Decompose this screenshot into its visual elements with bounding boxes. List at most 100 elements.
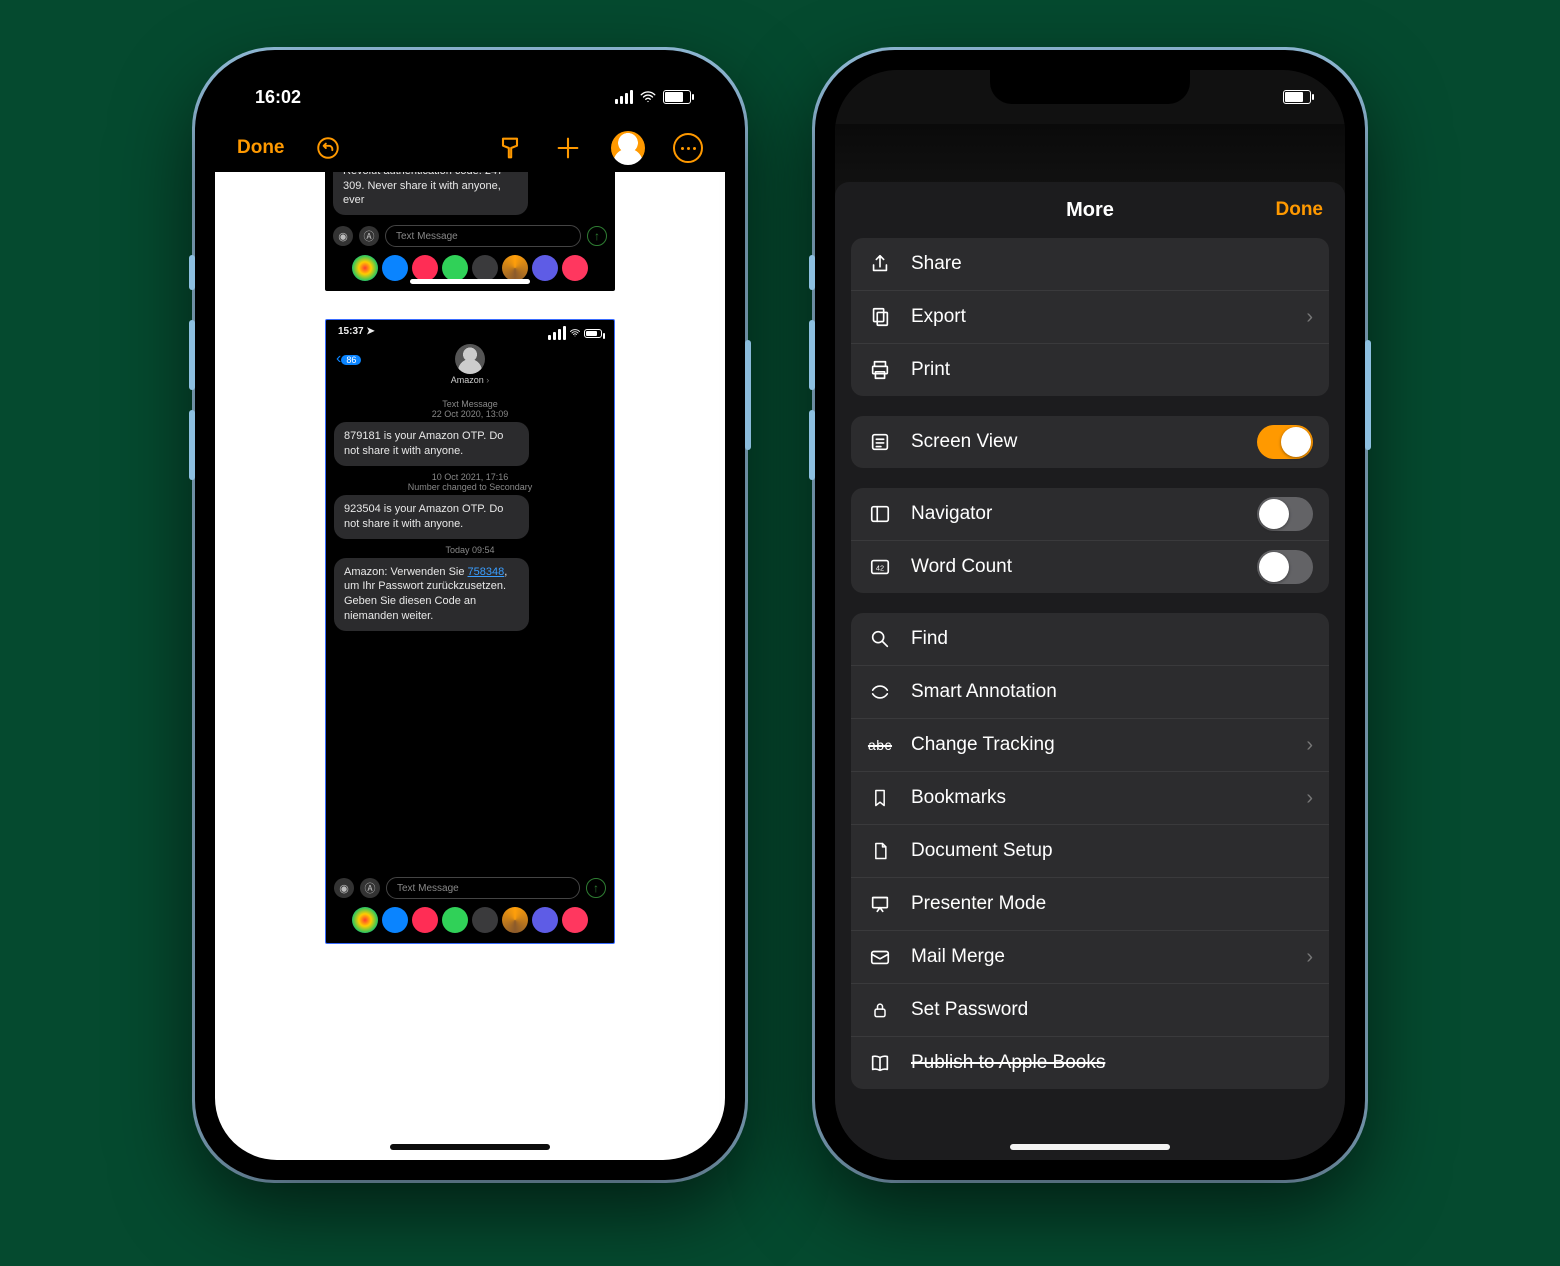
undo-button[interactable] <box>313 133 343 163</box>
message-bubble: Revolut authentication code: 247-309. Ne… <box>333 172 528 215</box>
row-label: Print <box>911 359 950 381</box>
row-screen-view[interactable]: Screen View <box>851 416 1329 468</box>
message-bubble: Amazon: Verwenden Sie 758348, um Ihr Pas… <box>334 558 529 631</box>
row-label: Change Tracking <box>911 734 1055 756</box>
app-icon <box>412 907 438 933</box>
app-icon <box>532 255 558 281</box>
toggle-word-count[interactable] <box>1257 550 1313 584</box>
message-bubble: 879181 is your Amazon OTP. Do not share … <box>334 422 529 466</box>
row-document-setup[interactable]: Document Setup <box>851 825 1329 878</box>
memoji-app-icon <box>502 255 528 281</box>
embedded-screenshot-1[interactable]: Deutsche Apotheker- und Ärztebank €184.1… <box>325 172 615 291</box>
row-find[interactable]: Find <box>851 613 1329 666</box>
insert-button[interactable] <box>553 133 583 163</box>
embedded-screenshot-2-selected[interactable]: 15:37 ➤ ‹86 Amazon › Text Message22 Oct … <box>325 319 615 944</box>
battery-icon <box>1283 90 1311 104</box>
app-icon <box>562 255 588 281</box>
navigator-icon <box>867 503 893 525</box>
row-label: Publish to Apple Books <box>911 1052 1105 1074</box>
app-strip <box>325 251 615 291</box>
sheet-list[interactable]: Share Export › Print Screen <box>835 238 1345 1160</box>
app-strip <box>326 903 614 943</box>
row-smart-annotation[interactable]: Smart Annotation <box>851 666 1329 719</box>
more-button[interactable] <box>673 133 703 163</box>
row-export[interactable]: Export › <box>851 291 1329 344</box>
chevron-right-icon: › <box>1306 306 1313 329</box>
document-icon <box>867 840 893 862</box>
row-print[interactable]: Print <box>851 344 1329 396</box>
row-change-tracking[interactable]: abc Change Tracking › <box>851 719 1329 772</box>
camera-icon: ◉ <box>334 878 354 898</box>
mini-status-indicators <box>548 326 602 340</box>
contact-avatar-icon <box>455 344 485 374</box>
status-time: 16:02 <box>255 87 301 108</box>
export-icon <box>867 306 893 328</box>
row-label: Export <box>911 306 966 328</box>
editor-toolbar: Done <box>215 124 725 172</box>
format-brush-button[interactable] <box>495 133 525 163</box>
collaborate-button[interactable] <box>611 131 645 165</box>
app-icon <box>562 907 588 933</box>
svg-text:42: 42 <box>876 564 884 573</box>
row-navigator[interactable]: Navigator <box>851 488 1329 541</box>
row-label: Screen View <box>911 431 1017 453</box>
message-timestamp: Today 09:54 <box>334 545 606 555</box>
home-indicator[interactable] <box>1010 1144 1170 1150</box>
notch <box>370 70 570 104</box>
bookmark-icon <box>867 787 893 809</box>
more-sheet: More Done Share Export › <box>835 182 1345 1160</box>
document-canvas[interactable]: Deutsche Apotheker- und Ärztebank €184.1… <box>215 172 725 1160</box>
toggle-navigator[interactable] <box>1257 497 1313 531</box>
app-icon <box>442 907 468 933</box>
conversation-header: ‹86 Amazon › <box>326 344 614 385</box>
chevron-right-icon: › <box>1306 946 1313 969</box>
appstore-app-icon <box>382 255 408 281</box>
compose-bar: ◉ Ⓐ Text Message ↑ <box>326 873 614 903</box>
home-indicator[interactable] <box>390 1144 550 1150</box>
row-label: Presenter Mode <box>911 893 1046 915</box>
location-arrow-icon: ➤ <box>366 326 374 337</box>
camera-icon: ◉ <box>333 226 353 246</box>
chevron-right-icon: › <box>1306 787 1313 810</box>
notch <box>990 70 1190 104</box>
book-icon <box>867 1052 893 1074</box>
row-label: Find <box>911 628 948 650</box>
share-icon <box>867 253 893 275</box>
cell-signal-icon <box>615 90 633 104</box>
sheet-title: More <box>1066 199 1114 222</box>
appstore-app-icon <box>382 907 408 933</box>
row-word-count[interactable]: 42 Word Count <box>851 541 1329 593</box>
mini-time: 15:37 ➤ <box>338 326 375 340</box>
row-publish-apple-books[interactable]: Publish to Apple Books <box>851 1037 1329 1089</box>
group-share: Share Export › Print <box>851 238 1329 396</box>
app-icon <box>532 907 558 933</box>
done-button[interactable]: Done <box>1276 199 1324 221</box>
screen-right: 16:02 More Done Share <box>835 70 1345 1160</box>
section-label: Text Message22 Oct 2020, 13:09 <box>334 399 606 419</box>
cell-signal-icon <box>548 326 566 340</box>
compose-bar: ◉ Ⓐ Text Message ↑ <box>325 221 615 251</box>
photos-app-icon <box>352 255 378 281</box>
row-set-password[interactable]: Set Password <box>851 984 1329 1037</box>
chevron-right-icon: › <box>486 375 489 385</box>
send-icon: ↑ <box>586 878 606 898</box>
chevron-right-icon: › <box>1306 734 1313 757</box>
contact-name: Amazon <box>451 375 484 385</box>
annotation-icon <box>867 681 893 703</box>
presenter-icon <box>867 893 893 915</box>
toggle-screen-view[interactable] <box>1257 425 1313 459</box>
row-presenter-mode[interactable]: Presenter Mode <box>851 878 1329 931</box>
memoji-app-icon <box>502 907 528 933</box>
app-icon <box>472 907 498 933</box>
row-mail-merge[interactable]: Mail Merge › <box>851 931 1329 984</box>
print-icon <box>867 359 893 381</box>
lock-icon <box>867 999 893 1021</box>
appstore-icon: Ⓐ <box>359 226 379 246</box>
appstore-icon: Ⓐ <box>360 878 380 898</box>
done-button[interactable]: Done <box>237 137 285 159</box>
row-bookmarks[interactable]: Bookmarks › <box>851 772 1329 825</box>
screen-left: 16:02 Done <box>215 70 725 1160</box>
change-tracking-icon: abc <box>867 737 893 753</box>
row-share[interactable]: Share <box>851 238 1329 291</box>
row-label: Mail Merge <box>911 946 1005 968</box>
